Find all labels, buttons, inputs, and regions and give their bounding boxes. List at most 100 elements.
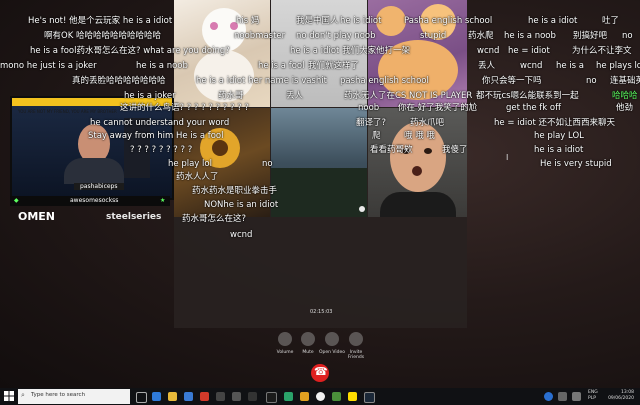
omen-logo: OMEN xyxy=(18,210,56,223)
game-app-icon[interactable] xyxy=(200,392,209,401)
invite-friends-button[interactable] xyxy=(349,332,363,346)
danmaku-comment: mono he just is a joker xyxy=(0,61,97,71)
app-icon-1[interactable] xyxy=(216,392,225,401)
danmaku-comment: 药水爪吧 xyxy=(410,118,445,128)
volume-tray-icon[interactable] xyxy=(572,392,581,401)
danmaku-comment: noobmaster xyxy=(234,31,286,41)
edge-icon[interactable] xyxy=(152,392,161,401)
chrome-icon[interactable] xyxy=(316,392,325,401)
danmaku-comment: 药水无人了在CS NOT IS PLAYER xyxy=(344,91,473,101)
language-indicator[interactable]: ENG PLP xyxy=(588,390,598,402)
danmaku-comment: no don't play noob xyxy=(296,31,376,41)
danmaku-comment: he is a noob xyxy=(136,61,188,71)
clock-date: 09/06/2020 xyxy=(608,396,634,401)
danmaku-comment: 翻译了? xyxy=(356,118,387,128)
danmaku-comment: 药水爬 xyxy=(468,31,494,41)
banner-text: YOU ARE NOT MY FRIEND, YOU ARE MY BROTHE… xyxy=(18,109,117,114)
danmaku-comment: 吐了 xyxy=(602,16,620,26)
danmaku-comment: 啊有OK 哈哈哈哈哈哈哈哈哈哈 xyxy=(44,31,161,41)
danmaku-comment: Pasha english school xyxy=(404,16,493,26)
danmaku-comment: he is a idiot 我们大家他打一架 xyxy=(290,46,411,56)
app-icon-7[interactable] xyxy=(348,392,357,401)
danmaku-comment: He is a fool xyxy=(176,131,224,141)
app-icon-5[interactable] xyxy=(300,392,309,401)
task-view-icon[interactable] xyxy=(136,392,147,403)
danmaku-comment: 我们就这样了 xyxy=(308,61,360,71)
danmaku-comment: 爬 xyxy=(372,131,381,141)
danmaku-comment: He's not! 他是个云玩家 he is a idiot xyxy=(28,16,173,26)
tray-icon-2[interactable] xyxy=(558,392,567,401)
app-icon-6[interactable] xyxy=(332,392,341,401)
danmaku-comment: 连基础英 xyxy=(610,76,640,86)
danmaku-comment: wcnd xyxy=(477,46,500,56)
donation-bar: ◆ awesomesockss ★ xyxy=(10,196,170,206)
taskbar-search-input[interactable]: ⌕ Type here to search xyxy=(18,389,130,404)
danmaku-comment: 我是中国人 xyxy=(296,16,339,26)
app-icon-3[interactable] xyxy=(248,392,257,401)
cursor-icon: I xyxy=(506,153,509,162)
video-tile-landscape[interactable] xyxy=(271,108,367,217)
danmaku-comment: NONhe is an idiot xyxy=(204,200,279,210)
system-clock[interactable]: 13:08 09/06/2020 xyxy=(608,390,634,402)
donor-name: awesomesockss xyxy=(70,197,119,204)
danmaku-comment: 药水哥怎么在这? xyxy=(182,214,247,224)
danmaku-comment: noob xyxy=(358,103,380,113)
danmaku-comment: 丢人 xyxy=(478,61,496,71)
danmaku-comment: he = idiot 还不如让西西来聊天 xyxy=(494,118,615,128)
danmaku-comment: 这讲的什么鸟语? ? ? ? ? ? ? ? ? ? xyxy=(120,103,249,113)
danmaku-comment: 为什么不让李文 xyxy=(572,46,632,56)
danmaku-comment: he = idiot xyxy=(508,46,550,56)
danmaku-comment: He is very stupid xyxy=(540,159,612,169)
danmaku-comment: he is a joker xyxy=(124,91,176,101)
hangup-button[interactable]: ☎ xyxy=(311,364,329,382)
danmaku-comment: 哈哈哈 xyxy=(612,91,638,101)
danmaku-comment: he is a idiot xyxy=(528,16,578,26)
danmaku-comment: ? ? ? ? ? ? ? ? ? xyxy=(130,145,193,155)
danmaku-comment: get the fk off xyxy=(506,103,561,113)
danmaku-comment: wcnd xyxy=(520,61,543,71)
danmaku-comment: he is a idiot her name is vashit xyxy=(196,76,327,86)
danmaku-comment: he is a fool xyxy=(258,61,305,71)
region-code: PLP xyxy=(588,396,596,401)
danmaku-comment: no xyxy=(622,31,633,41)
shield-icon: ◆ xyxy=(14,197,19,204)
star-icon: ★ xyxy=(160,197,166,204)
store-icon[interactable] xyxy=(184,392,193,401)
app-icon-4[interactable] xyxy=(284,392,293,401)
danmaku-comment: he is a idiot xyxy=(534,145,584,155)
danmaku-comment: he is a noob xyxy=(504,31,556,41)
danmaku-comment: he play LOL xyxy=(534,131,584,141)
danmaku-comment: no xyxy=(586,76,597,86)
search-placeholder: Type here to search xyxy=(31,392,86,398)
danmaku-comment: he is a xyxy=(556,61,585,71)
windows-start-icon[interactable] xyxy=(4,391,14,401)
danmaku-comment: 看看药哥欸 xyxy=(370,145,413,155)
danmaku-comment: he is a fool药水哥怎么在这? what are you doing? xyxy=(30,46,230,56)
call-timer: 02:15:03 xyxy=(310,309,333,315)
steam-icon[interactable] xyxy=(364,392,375,403)
danmaku-comment: he cannot understand your word xyxy=(90,118,230,128)
danmaku-comment: stupid xyxy=(420,31,447,41)
danmaku-comment: 哦 哦 哦 xyxy=(404,131,435,141)
danmaku-comment: 你在 好了我笑了的尬 xyxy=(398,103,478,113)
danmaku-comment: 别搞好吧 xyxy=(573,31,608,41)
search-icon: ⌕ xyxy=(21,391,25,399)
streamer-handle: pashabiceps xyxy=(74,183,124,190)
danmaku-comment: wcnd xyxy=(230,230,253,240)
danmaku-comment: 药水药水是职业拳击手 xyxy=(192,186,278,196)
danmaku-comment: he is idiot xyxy=(340,16,382,26)
open-video-button[interactable] xyxy=(325,332,339,346)
danmaku-comment: he play lol xyxy=(168,159,212,169)
volume-button[interactable] xyxy=(278,332,292,346)
tray-icon-1[interactable] xyxy=(544,392,553,401)
danmaku-comment: 真的丢脸哈哈哈哈哈哈哈 xyxy=(72,76,166,86)
mute-button[interactable] xyxy=(301,332,315,346)
danmaku-comment: Stay away from him xyxy=(88,131,174,141)
danmaku-comment: his 妈 xyxy=(236,16,260,26)
danmaku-comment: 丢人 xyxy=(286,91,304,101)
danmaku-comment: pasha english school xyxy=(340,76,429,86)
app-icon-2[interactable] xyxy=(232,392,241,401)
danmaku-comment: 你只会等一下吗 xyxy=(482,76,542,86)
file-explorer-icon[interactable] xyxy=(168,392,177,401)
obs-icon[interactable] xyxy=(266,392,277,403)
